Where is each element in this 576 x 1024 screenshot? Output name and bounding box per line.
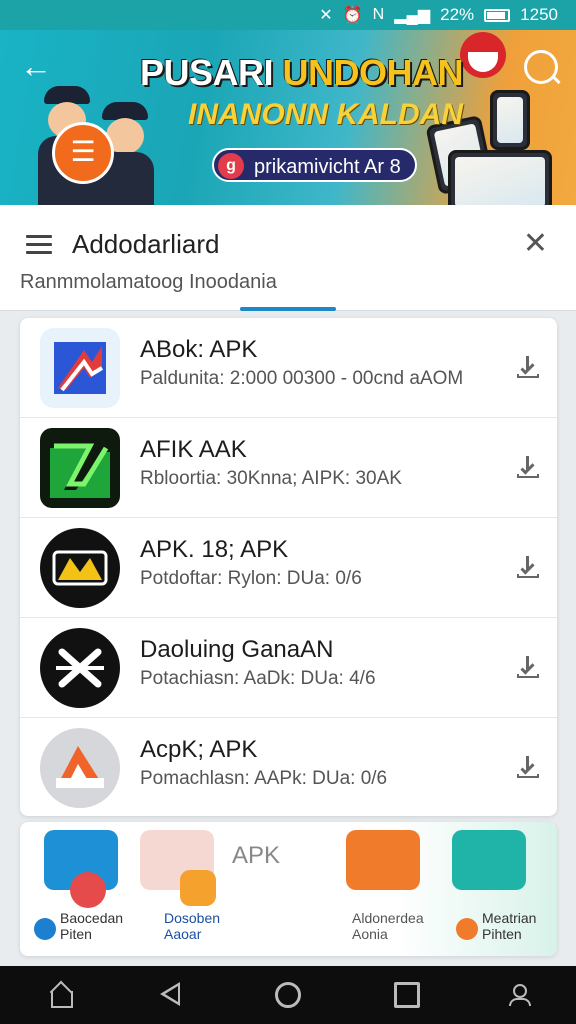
tab-subtitle[interactable]: Ranmmolamatoog Inoodania (20, 271, 277, 294)
app-name: APK. 18; APK (140, 536, 289, 563)
tab-indicator (240, 307, 336, 311)
promo-app-tile[interactable] (452, 830, 526, 890)
banner-subtitle: INANONN KALDAN (188, 98, 463, 131)
app-list: ABok: APK Paldunita: 2:000 00300 - 00cnd… (20, 318, 557, 816)
download-icon[interactable] (515, 554, 541, 580)
nav-item[interactable]: Aldonerdea Aonia (352, 910, 424, 942)
promo-label: APK (232, 842, 281, 869)
phone-illustration (490, 90, 530, 150)
mute-icon: ✕ (319, 7, 333, 24)
app-name: AFIK AAK (140, 436, 247, 463)
download-icon[interactable] (515, 454, 541, 480)
nav-settings-icon[interactable] (456, 918, 478, 940)
list-item[interactable]: AFIK AAK Rbloortia: 30Knna; AIPK: 30AK (20, 418, 557, 518)
search-icon[interactable] (524, 50, 558, 84)
app-icon-green-lightning (40, 428, 120, 508)
nav-item[interactable]: Dosoben Aaoar (164, 910, 220, 942)
app-name: ABok: APK (140, 336, 258, 363)
hamburger-menu-icon[interactable] (26, 235, 52, 255)
close-icon[interactable]: ✕ (523, 229, 548, 259)
back-icon[interactable] (160, 982, 180, 1006)
flag-emblem-icon (460, 32, 506, 78)
app-meta: Paldunita: 2:000 00300 - 00cnd aAOM (140, 368, 464, 389)
nav-item[interactable]: Baocedan Piten (60, 910, 123, 942)
promo-app-tile[interactable] (70, 872, 106, 908)
list-item[interactable]: ABok: APK Paldunita: 2:000 00300 - 00cnd… (20, 318, 557, 418)
download-icon[interactable] (515, 354, 541, 380)
app-meta: Potachiasn: AaDk: DUa: 4/6 (140, 668, 376, 689)
promo-panel: APK Baocedan Piten Dosoben Aaoar Aldonerde… (20, 822, 557, 956)
app-meta: Rbloortia: 30Knna; AIPK: 30AK (140, 468, 402, 489)
back-arrow-icon[interactable]: ← (20, 50, 56, 86)
app-meta: Potdoftar: Rylon: DUa: 0/6 (140, 568, 362, 589)
list-item[interactable]: Daoluing GanaAN Potachiasn: AaDk: DUa: 4… (20, 618, 557, 718)
promo-app-tile[interactable] (346, 830, 420, 890)
home-circle-icon[interactable] (275, 982, 301, 1008)
app-icon-black-yellow-badge (40, 528, 120, 608)
banner-pill-button[interactable]: g prikamivicht Ar 8 (212, 148, 417, 182)
download-icon[interactable] (515, 654, 541, 680)
page-title: Addodarliard (72, 229, 220, 259)
clock: 1250 (520, 5, 558, 24)
hero-banner: ☰ ← PUSARI UNDOHAN INANONN KALDAN g prik… (0, 30, 576, 205)
app-meta: Pomachlasn: AAPk: DUa: 0/6 (140, 768, 388, 789)
document-icon: ☰ (52, 122, 114, 184)
app-name: Daoluing GanaAN (140, 636, 334, 663)
list-item[interactable]: AcpK; APK Pomachlasn: AAPk: DUa: 0/6 (20, 718, 557, 816)
app-icon-red-triangle-logo (40, 728, 120, 808)
promo-app-tile[interactable] (180, 870, 216, 906)
nav-item[interactable]: Meatrian Pihten (482, 910, 536, 942)
g-logo-icon: g (218, 153, 244, 179)
alarm-icon: ⏰ (342, 7, 363, 24)
battery-icon (484, 8, 511, 22)
recents-icon[interactable] (394, 982, 420, 1008)
banner-title: PUSARI UNDOHAN (140, 52, 464, 93)
list-item[interactable]: APK. 18; APK Potdoftar: Rylon: DUa: 0/6 (20, 518, 557, 618)
home-icon[interactable] (48, 982, 74, 1008)
download-icon[interactable] (515, 754, 541, 780)
section-header: Addodarliard ✕ Ranmmolamatoog Inoodania (0, 205, 576, 311)
nav-home-icon[interactable] (34, 918, 56, 940)
system-nav-bar (0, 966, 576, 1024)
app-icon-blue-red-arrow (40, 328, 120, 408)
status-bar: ✕ ⏰ N ▂▄▆ 22% 1250 (0, 0, 576, 30)
pill-label: prikamivicht Ar 8 (254, 156, 401, 178)
app-icon-black-x (40, 628, 120, 708)
tablet-illustration (448, 150, 552, 205)
battery-percent: 22% (440, 5, 475, 24)
nfc-icon: N (372, 6, 385, 23)
account-icon[interactable] (506, 982, 532, 1008)
signal-icon: ▂▄▆ (394, 7, 431, 24)
app-name: AcpK; APK (140, 736, 258, 763)
